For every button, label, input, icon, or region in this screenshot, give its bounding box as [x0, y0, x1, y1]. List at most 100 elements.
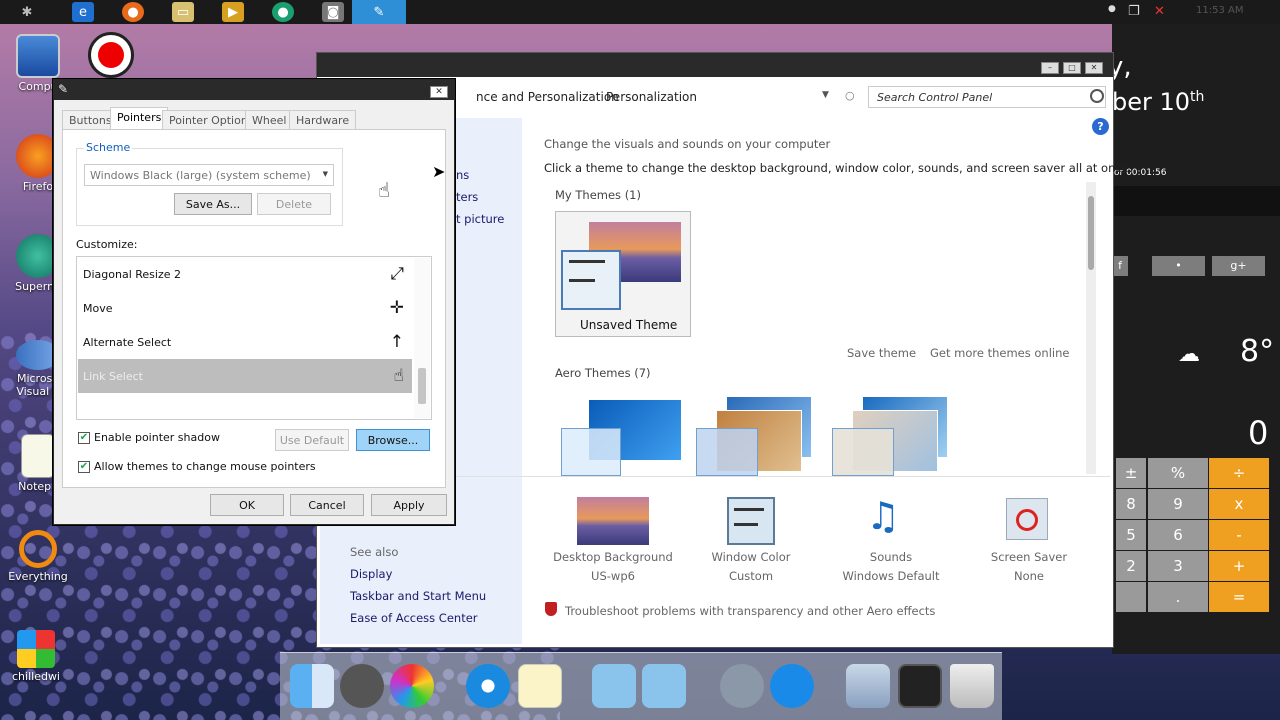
window-color-icon[interactable] [727, 497, 775, 545]
safari-icon[interactable] [466, 664, 510, 708]
camera-icon[interactable]: ◙ [322, 2, 344, 22]
windows-icon [17, 630, 55, 668]
window-color-title[interactable]: Window Color [686, 550, 816, 564]
list-item[interactable]: Alternate Select ↑ [78, 325, 412, 359]
trash-icon[interactable] [950, 664, 994, 708]
tab-hardware[interactable]: Hardware [289, 110, 357, 130]
mouse-icon[interactable]: ✎ [368, 2, 390, 22]
troubleshoot-link[interactable]: Troubleshoot problems with transparency … [565, 604, 935, 618]
page-subheading: Click a theme to change the desktop back… [544, 161, 1133, 175]
apply-button[interactable]: Apply [371, 494, 447, 516]
rocket-icon[interactable] [720, 664, 764, 708]
desktop-background-title[interactable]: Desktop Background [548, 550, 678, 564]
tray-volume-muted-icon[interactable]: ✕ [1154, 4, 1165, 19]
help-icon[interactable]: ? [1092, 118, 1109, 135]
desktop-icon-everything[interactable]: Everything [2, 530, 74, 583]
screen-saver-title[interactable]: Screen Saver [964, 550, 1094, 564]
notes-icon[interactable] [518, 664, 562, 708]
settings-icon[interactable] [340, 664, 384, 708]
firefox-icon[interactable]: ● [122, 2, 144, 22]
calc-button[interactable]: - [1209, 520, 1269, 550]
folder-icon[interactable] [592, 664, 636, 708]
tray-clock[interactable]: 11:53 AM [1196, 5, 1243, 16]
aero-theme-window-thumbnail [561, 428, 621, 476]
search-input[interactable]: Search Control Panel [868, 86, 1106, 108]
enable-shadow-checkbox[interactable]: ✔ Enable pointer shadow [78, 431, 220, 444]
tab-wheel[interactable]: Wheel [245, 110, 294, 130]
ok-button[interactable]: OK [210, 494, 284, 516]
appstore-icon[interactable] [770, 664, 814, 708]
calc-button[interactable]: + [1209, 551, 1269, 581]
minimize-button[interactable]: – [1041, 62, 1059, 74]
list-scrollbar-thumb[interactable] [418, 368, 426, 404]
save-theme-link[interactable]: Save theme [847, 346, 916, 360]
calc-button[interactable] [1116, 582, 1146, 612]
window-titlebar[interactable] [317, 53, 1113, 77]
browse-button[interactable]: Browse... [356, 429, 430, 451]
calc-button[interactable]: = [1209, 582, 1269, 612]
photo-icon[interactable] [898, 664, 942, 708]
gear-icon[interactable]: ✱ [16, 2, 38, 22]
preview-icon[interactable] [846, 664, 890, 708]
refresh-icon[interactable]: ○ [845, 89, 855, 102]
magnifier-icon [19, 530, 57, 568]
maximize-button[interactable]: □ [1063, 62, 1081, 74]
tab-pointers[interactable]: Pointers [110, 107, 169, 130]
left-link-pointers[interactable]: ters [456, 190, 478, 204]
see-also-taskbar-link[interactable]: Taskbar and Start Menu [350, 589, 486, 603]
scheme-select[interactable]: Windows Black (large) (system scheme) ▼ [84, 164, 334, 186]
allow-themes-checkbox[interactable]: ✔ Allow themes to change mouse pointers [78, 460, 316, 473]
cancel-button[interactable]: Cancel [290, 494, 364, 516]
use-default-button[interactable]: Use Default [275, 429, 349, 451]
search-icon[interactable] [1090, 89, 1104, 103]
sounds-title[interactable]: Sounds [826, 550, 956, 564]
calc-button[interactable]: ± [1116, 458, 1146, 488]
calc-button[interactable]: ÷ [1209, 458, 1269, 488]
left-link-icons[interactable]: ns [456, 168, 469, 182]
calc-button[interactable]: 9 [1148, 489, 1208, 519]
calc-button[interactable]: 2 [1116, 551, 1146, 581]
folder-icon[interactable] [642, 664, 686, 708]
see-also-display-link[interactable]: Display [350, 567, 392, 581]
move-icon: ✛ [389, 298, 404, 318]
ie-icon[interactable]: e [72, 2, 94, 22]
googleplus-button[interactable]: g+ [1212, 256, 1265, 276]
sounds-icon[interactable]: ♫ [866, 494, 900, 538]
desktop-background-icon[interactable] [577, 497, 649, 545]
superminer-icon[interactable]: ● [272, 2, 294, 22]
screen-saver-icon[interactable] [1006, 498, 1048, 540]
calc-button[interactable]: 5 [1116, 520, 1146, 550]
left-link-account-picture[interactable]: t picture [456, 212, 504, 226]
save-as-button[interactable]: Save As... [174, 193, 252, 215]
calc-button[interactable]: 8 [1116, 489, 1146, 519]
chevron-down-icon[interactable]: ▼ [822, 90, 829, 100]
list-item[interactable]: Diagonal Resize 2 ⤢ [78, 257, 412, 291]
finder-icon[interactable] [290, 664, 334, 708]
calc-button[interactable]: 3 [1148, 551, 1208, 581]
calc-button[interactable]: x [1209, 489, 1269, 519]
delete-button[interactable]: Delete [257, 193, 331, 215]
close-button[interactable]: ✕ [1085, 62, 1103, 74]
see-also-ease-link[interactable]: Ease of Access Center [350, 611, 478, 625]
close-button[interactable]: ✕ [430, 86, 448, 98]
list-item[interactable]: Move ✛ [78, 291, 412, 325]
color-icon[interactable] [390, 664, 434, 708]
breadcrumb-category[interactable]: nce and Personalization [476, 90, 619, 104]
desktop-icon-label: Everything [8, 570, 68, 583]
record-icon[interactable] [88, 32, 134, 78]
tray-window-icon[interactable]: ❐ [1128, 4, 1140, 19]
calc-button[interactable]: % [1148, 458, 1208, 488]
list-item-selected[interactable]: Link Select ☝ [78, 359, 412, 393]
calc-button[interactable]: . [1148, 582, 1208, 612]
themes-scrollbar-thumb[interactable] [1088, 196, 1094, 270]
get-more-themes-link[interactable]: Get more themes online [930, 346, 1069, 360]
calc-button[interactable]: 6 [1148, 520, 1208, 550]
facebook-button[interactable]: f [1112, 256, 1128, 276]
folder-icon[interactable]: ▭ [172, 2, 194, 22]
media-icon[interactable]: ▶ [222, 2, 244, 22]
breadcrumb-personalization[interactable]: Personalization [606, 90, 697, 104]
tray-dot-icon[interactable]: ● [1108, 4, 1116, 14]
twitter-button[interactable]: • [1152, 256, 1205, 276]
desktop-icon-chilledwindows[interactable]: chilledwi [0, 630, 72, 683]
notepad-icon [21, 434, 55, 478]
